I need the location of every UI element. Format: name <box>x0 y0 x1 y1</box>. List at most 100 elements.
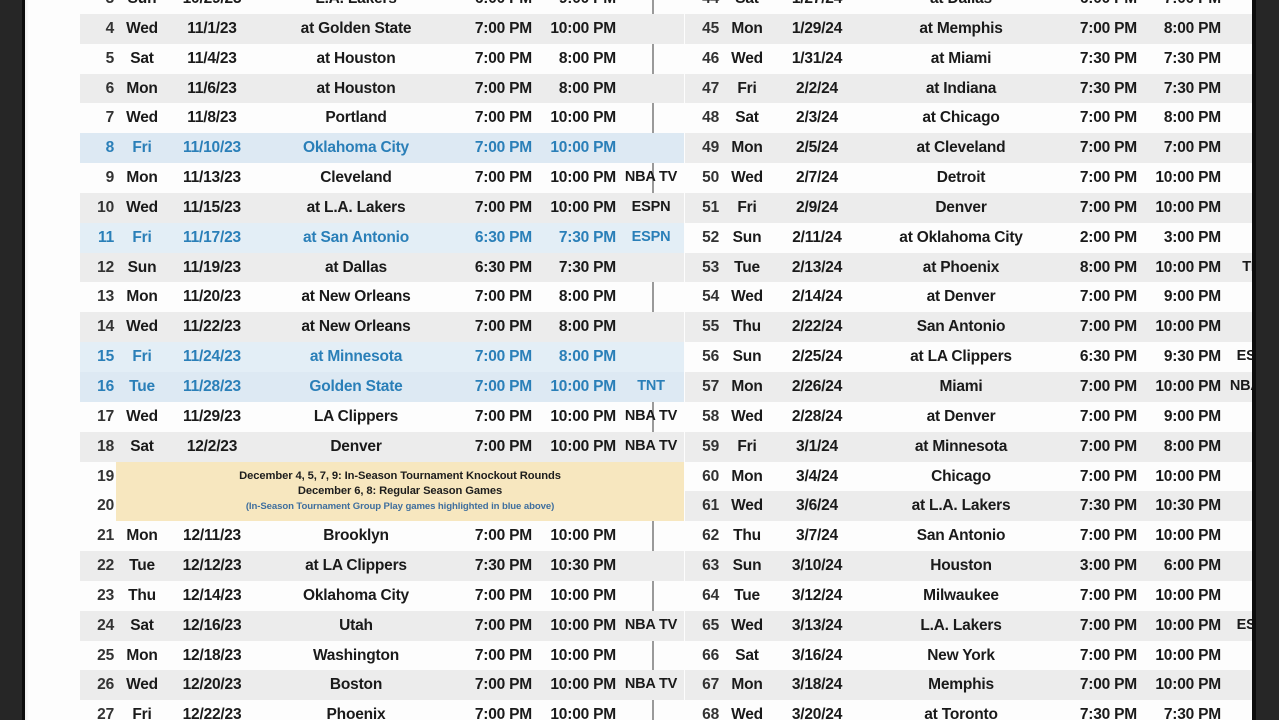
game-tv-network <box>618 700 684 720</box>
game-date: 11/10/23 <box>168 133 256 164</box>
game-opponent: at Minnesota <box>256 342 456 372</box>
game-day: Sat <box>116 431 168 462</box>
game-day: Fri <box>721 73 773 104</box>
game-time-et: 10:30 PM <box>1139 491 1223 522</box>
game-time-local: 3:00 PM <box>1061 551 1139 581</box>
game-day: Wed <box>721 610 773 641</box>
game-date: 2/3/24 <box>796 109 838 127</box>
game-number: 7 <box>105 109 115 127</box>
game-tv-network: ESPN <box>618 192 684 223</box>
game-time-local: 7:00 PM <box>456 192 534 223</box>
game-time-local: 6:30 PM <box>456 252 534 283</box>
game-time-et: 8:00 PM <box>1163 109 1221 127</box>
game-number: 67 <box>685 670 721 701</box>
game-number: 23 <box>97 586 114 604</box>
game-number: 68 <box>702 706 719 720</box>
game-opponent: Houston <box>861 551 1061 581</box>
schedule-row: 12 Sun 11/19/23 at Dallas 6:30 PM 7:30 PM <box>80 252 684 283</box>
game-date: 3/20/24 <box>791 706 843 720</box>
game-tv-network <box>1223 431 1252 462</box>
game-day: Wed <box>126 109 158 127</box>
game-opponent: at LA Clippers <box>256 551 456 581</box>
game-opponent: Memphis <box>861 670 1061 701</box>
schedule-row: 64 Tue 3/12/24 Milwaukee 7:00 PM 10:00 PM <box>685 581 1252 611</box>
game-date: 2/13/24 <box>773 252 861 283</box>
game-date: 11/19/23 <box>168 252 256 283</box>
game-opponent: at Phoenix <box>861 252 1061 283</box>
game-number: 53 <box>685 252 721 283</box>
game-date: 12/12/23 <box>168 551 256 581</box>
game-opponent: Denver <box>256 431 456 462</box>
game-tv-network <box>618 342 684 372</box>
game-date: 3/13/24 <box>773 610 861 641</box>
note-number-bottom: 20 <box>80 491 116 522</box>
game-time-local: 7:00 PM <box>474 109 532 127</box>
game-date: 12/20/23 <box>168 670 256 701</box>
game-number: 14 <box>80 312 116 343</box>
game-date: 11/13/23 <box>183 169 241 187</box>
schedule-row: 60 Mon 3/4/24 Chicago 7:00 PM 10:00 PM <box>685 462 1252 492</box>
game-time-et: 9:00 PM <box>1163 407 1221 425</box>
game-time-local: 7:30 PM <box>456 551 534 581</box>
game-tv-network <box>1223 551 1252 581</box>
game-number: 25 <box>97 646 114 664</box>
game-number: 8 <box>80 133 116 164</box>
game-day: Mon <box>721 371 773 402</box>
schedule-row: 8 Fri 11/10/23 Oklahoma City 7:00 PM 10:00 PM <box>80 133 684 164</box>
schedule-row: 61 Wed 3/6/24 at L.A. Lakers 7:30 PM 10:30 PM <box>685 491 1252 522</box>
game-time-local: 7:00 PM <box>1079 109 1137 127</box>
game-day: Mon <box>721 13 773 44</box>
game-opponent: at Memphis <box>861 13 1061 44</box>
game-number: 56 <box>702 348 719 366</box>
schedule-row: 11 Fri 11/17/23 at San Antonio 6:30 PM 7:30 P… <box>80 222 684 253</box>
game-number: 13 <box>97 288 114 306</box>
game-time-local: 7:00 PM <box>456 371 534 402</box>
game-date: 3/7/24 <box>796 527 838 545</box>
tournament-note-line2: December 6, 8: Regular Season Games <box>297 484 503 497</box>
game-opponent: at Dallas <box>256 252 456 283</box>
game-time-et: 9:00 PM <box>534 0 618 14</box>
game-time-local: 7:30 PM <box>1061 491 1139 522</box>
game-opponent: at Minnesota <box>861 431 1061 462</box>
game-time-et: 8:00 PM <box>534 73 618 104</box>
game-date: 2/7/24 <box>796 169 838 187</box>
game-time-local: 7:00 PM <box>456 431 534 462</box>
game-number: 65 <box>685 610 721 641</box>
game-time-local: 7:00 PM <box>456 670 534 701</box>
game-time-local: 2:00 PM <box>1079 228 1137 246</box>
game-day: Sun <box>116 0 168 14</box>
game-time-local: 7:00 PM <box>456 133 534 164</box>
game-date: 3/6/24 <box>773 491 861 522</box>
game-time-et: 10:00 PM <box>550 646 616 664</box>
tournament-note-line3: (In-Season Tournament Group Play games h… <box>245 500 555 512</box>
game-number: 64 <box>702 586 719 604</box>
game-date: 11/1/23 <box>168 13 256 44</box>
game-number: 52 <box>702 228 719 246</box>
game-opponent: at Denver <box>926 407 996 425</box>
game-time-et: 10:00 PM <box>550 407 616 425</box>
game-tv-network <box>618 312 684 343</box>
game-time-et: 10:30 PM <box>534 551 618 581</box>
game-number: 44 <box>685 0 721 14</box>
schedule-row: 55 Thu 2/22/24 San Antonio 7:00 PM 10:00 PM <box>685 312 1252 343</box>
game-day: Mon <box>126 288 158 306</box>
game-time-local: 7:00 PM <box>1079 288 1137 306</box>
game-opponent: San Antonio <box>861 312 1061 343</box>
game-date: 3/12/24 <box>791 586 843 604</box>
game-time-et: 8:00 PM <box>1139 13 1223 44</box>
game-tv-network <box>618 133 684 164</box>
game-opponent: at Denver <box>926 288 996 306</box>
game-opponent: at Miami <box>930 49 992 67</box>
game-day: Wed <box>731 169 763 187</box>
schedule-row: 9 Mon 11/13/23 Cleveland 7:00 PM 10:00 PM NBA … <box>80 163 684 193</box>
game-number: 16 <box>80 371 116 402</box>
game-time-et: 10:00 PM <box>534 431 618 462</box>
game-time-et: 10:00 PM <box>550 109 616 127</box>
game-time-et: 10:00 PM <box>1139 670 1223 701</box>
game-time-local: 7:00 PM <box>474 706 532 720</box>
game-day: Mon <box>731 467 763 485</box>
game-time-local: 7:00 PM <box>1061 13 1139 44</box>
game-opponent: at LA Clippers <box>910 348 1012 366</box>
game-date: 3/4/24 <box>796 467 838 485</box>
game-opponent: San Antonio <box>916 527 1006 545</box>
